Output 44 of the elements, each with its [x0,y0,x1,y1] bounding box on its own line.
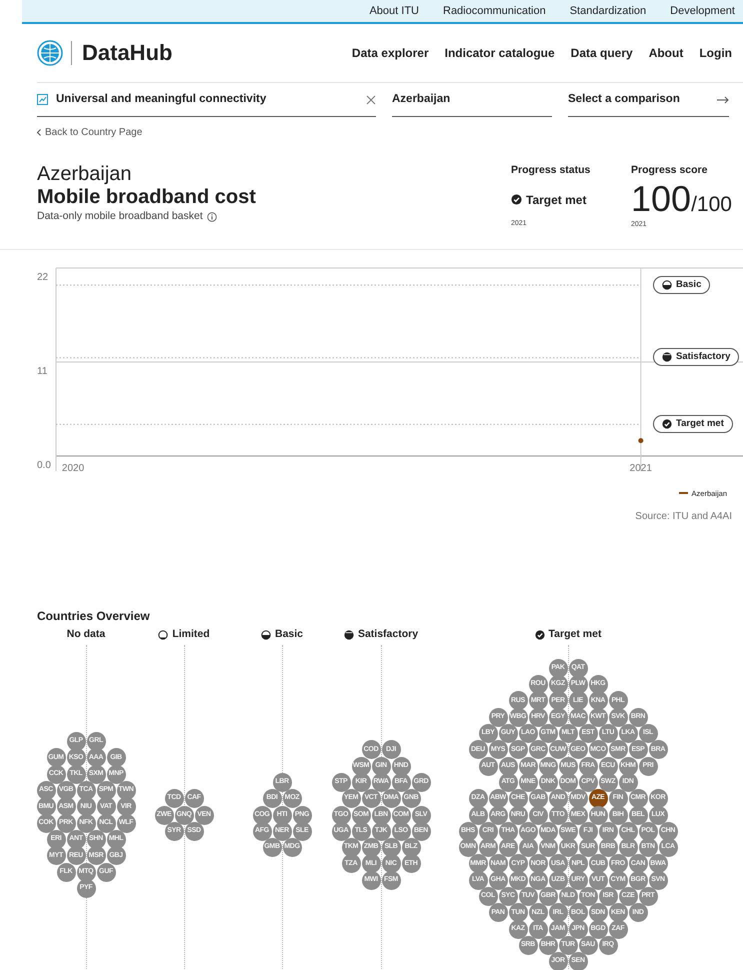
data-point [638,438,644,443]
group-label: Satisfactory [358,627,418,642]
topic-field[interactable]: Universal and meaningful connectivity [37,83,376,117]
threshold-label: Satisfactory [653,348,740,366]
brand-name[interactable]: DataHub [71,41,172,65]
chevron-left-icon [37,129,41,136]
score-value: 100 [631,180,692,217]
top-link[interactable]: Development [670,2,735,20]
indicator-title: Mobile broadband cost [37,185,257,209]
country-field[interactable]: Azerbaijan [392,83,552,117]
group-label: Target met [548,627,602,642]
nav-link[interactable]: Data query [570,44,633,62]
nav-link[interactable]: Data explorer [352,44,429,62]
nav-link[interactable]: About [648,44,684,62]
comparison-field[interactable]: Select a comparison [568,83,729,117]
score-label: Progress score [631,163,708,178]
x-tick-label: 2021 [630,462,652,474]
status-text: Target met [526,192,586,209]
top-link[interactable]: About ITU [369,2,419,20]
status-label: Progress status [511,163,592,178]
nav-link[interactable]: Indicator catalogue [444,44,555,62]
indicator-subtitle: Data-only mobile broadband basket [37,209,203,224]
section-title: Countries Overview [37,608,151,625]
globe-logo-icon[interactable] [37,40,63,66]
group-label: No data [66,627,106,642]
back-link[interactable]: Back to Country Page [37,125,142,140]
y-tick-label: 0.0 [37,460,51,471]
info-icon[interactable] [206,212,217,222]
x-tick-label: 2020 [62,462,84,474]
y-tick-label: 11 [37,366,48,377]
source-note: Source: ITU and A4AI [634,510,733,524]
group-label: Limited [172,627,210,642]
threshold-label: Target met [653,415,733,434]
top-link[interactable]: Radiocommunication [443,2,546,20]
arrow-right-icon[interactable] [717,96,729,104]
score-max: /100 [691,192,732,218]
y-tick-label: 22 [37,272,48,283]
group-label: Basic [274,627,304,642]
top-link[interactable]: Standardization [570,2,646,20]
chart-icon [37,94,48,105]
country-name: Azerbaijan [37,163,133,185]
close-icon[interactable] [366,94,376,104]
threshold-label: Basic [653,276,710,294]
nav-link[interactable]: Login [699,44,732,62]
